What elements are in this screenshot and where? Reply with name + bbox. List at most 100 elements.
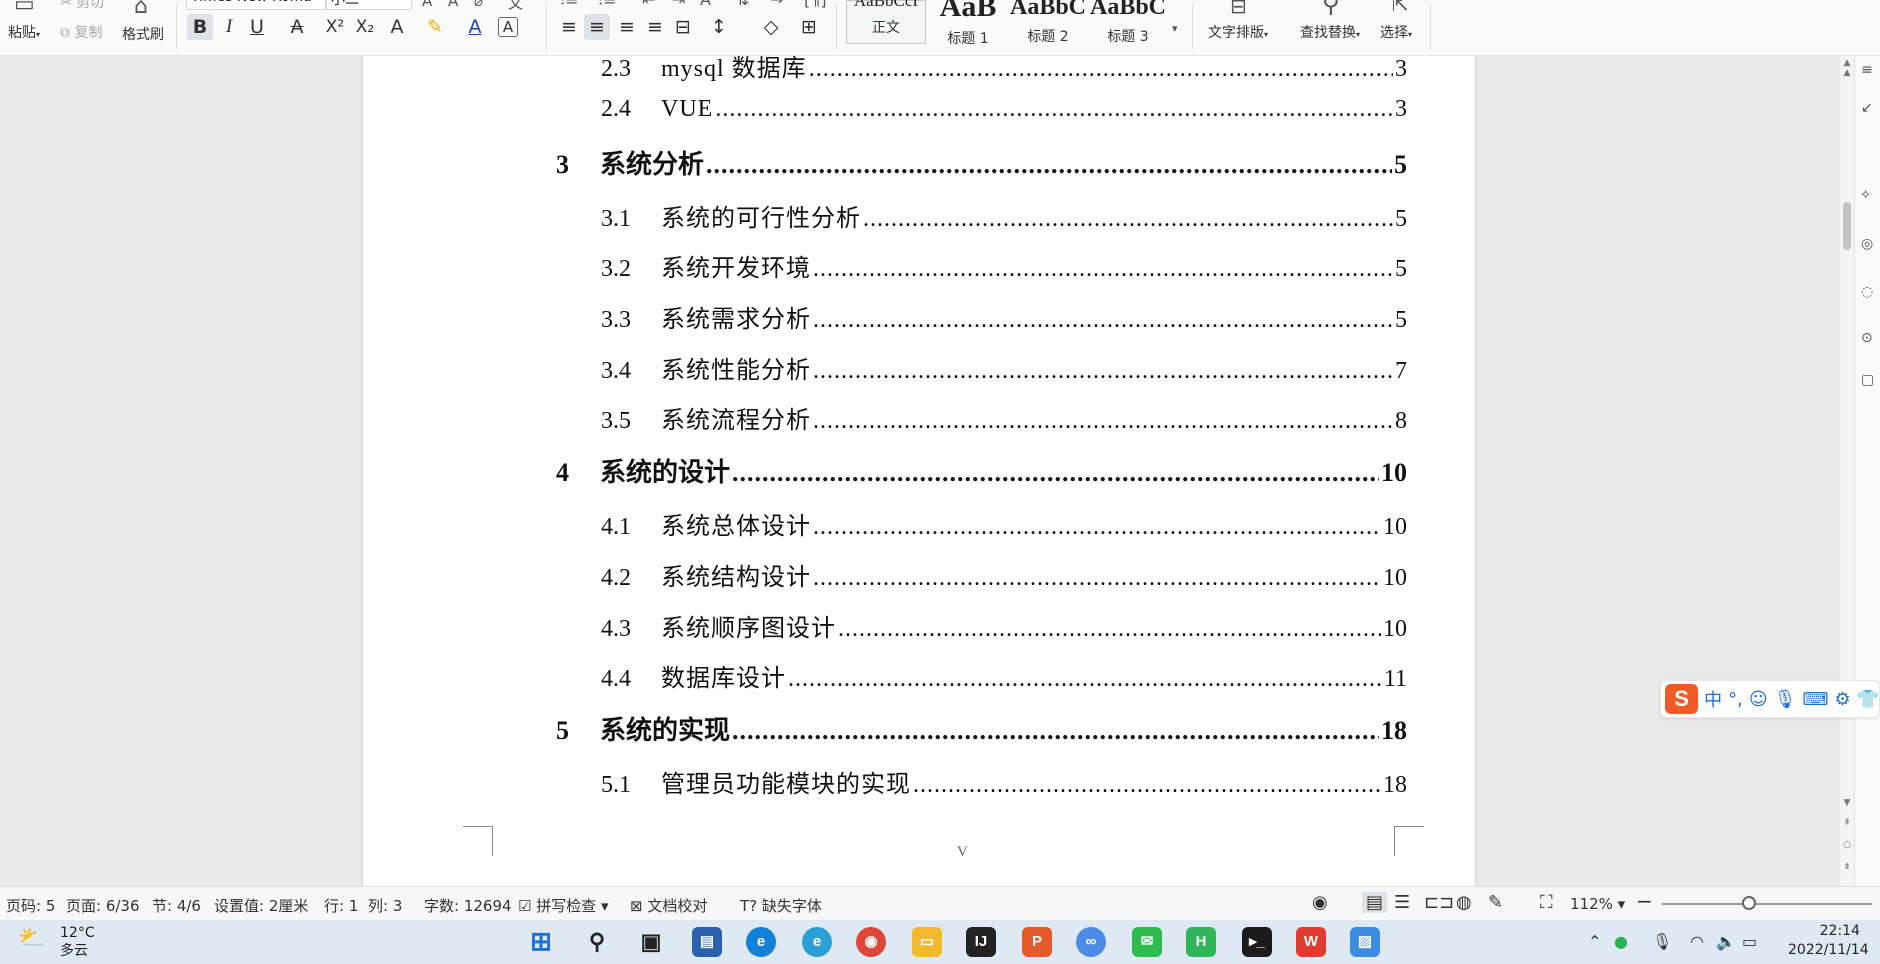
panel-icon[interactable]: ◎ bbox=[1861, 236, 1873, 252]
status-col[interactable]: 列: 3 bbox=[368, 895, 402, 916]
bullets-icon[interactable]: ⁝≡ bbox=[560, 0, 579, 9]
phonetic-icon[interactable]: 文 bbox=[508, 0, 523, 13]
start-icon[interactable]: ⊞ bbox=[526, 927, 556, 957]
eye-protection-icon[interactable]: ◉ bbox=[1312, 892, 1328, 913]
tray-expand-icon[interactable]: ⌃ bbox=[1588, 932, 1601, 951]
wps-icon[interactable]: W bbox=[1296, 927, 1326, 957]
shading-button[interactable]: ◇ bbox=[758, 14, 784, 40]
wechat-icon[interactable]: ✉ bbox=[1132, 927, 1162, 957]
subscript-button[interactable]: X₂ bbox=[352, 14, 378, 40]
format-painter-button[interactable]: 格式刷 bbox=[122, 24, 164, 44]
microphone-icon[interactable]: 🎙 bbox=[1652, 932, 1672, 951]
status-setting[interactable]: 设置值: 2厘米 bbox=[214, 895, 308, 916]
terminal-icon[interactable]: ▸_ bbox=[1242, 927, 1272, 957]
select-button[interactable]: 选择▾ bbox=[1380, 22, 1412, 42]
read-view-icon[interactable]: ⊏⊐ bbox=[1424, 892, 1454, 913]
numbering-icon[interactable]: ⁝≡ bbox=[598, 0, 617, 9]
battery-icon[interactable]: ▭ bbox=[1742, 932, 1757, 951]
chinese-layout-icon[interactable]: A bbox=[700, 0, 711, 9]
style-heading-3[interactable]: AaBbC 标题 3 bbox=[1088, 0, 1168, 45]
italic-button[interactable]: I bbox=[216, 14, 242, 40]
toc-entry[interactable]: 4.1 系统总体设计 10 bbox=[601, 506, 1407, 541]
task-view-icon[interactable]: ▣ bbox=[636, 927, 666, 957]
search-icon[interactable]: ⚲ bbox=[582, 927, 612, 957]
zoom-slider-thumb[interactable] bbox=[1742, 896, 1756, 910]
panel-icon[interactable]: ⊙ bbox=[1861, 330, 1873, 346]
collapse-icon[interactable]: ≡ bbox=[1861, 62, 1873, 78]
tray-app-icon[interactable]: ● bbox=[1614, 932, 1628, 951]
web-view-icon[interactable]: ◍ bbox=[1456, 892, 1472, 913]
document-page[interactable]: 2.3mysql 数据库32.4VUE33系统分析53.1系统的可行性分析53.… bbox=[363, 56, 1475, 886]
spell-check-button[interactable]: ☑ 拼写检查 ▾ bbox=[518, 895, 609, 916]
toc-entry[interactable]: 4.4 数据库设计 11 bbox=[601, 658, 1407, 693]
shrink-font-icon[interactable]: A bbox=[448, 0, 458, 10]
status-page[interactable]: 页面: 6/36 bbox=[66, 895, 140, 916]
style-normal[interactable]: AaBbCcI 正文 bbox=[846, 0, 926, 44]
indent-icon[interactable]: ⇤ bbox=[642, 0, 655, 9]
sogou-logo-icon[interactable]: S bbox=[1665, 684, 1699, 714]
styles-more-icon[interactable]: ▾ bbox=[1172, 22, 1178, 35]
outline-view-icon[interactable]: ☰ bbox=[1394, 892, 1410, 913]
skin-icon[interactable]: 👕 bbox=[1857, 689, 1879, 710]
wifi-icon[interactable]: ◠ bbox=[1690, 932, 1704, 951]
style-heading-2[interactable]: AaBbC 标题 2 bbox=[1008, 0, 1088, 45]
missing-font-button[interactable]: T? 缺失字体 bbox=[740, 895, 822, 916]
volume-icon[interactable]: 🔈 bbox=[1716, 932, 1736, 951]
file-explorer-icon[interactable]: ▭ bbox=[912, 927, 942, 957]
align-left-button[interactable]: ≡ bbox=[556, 14, 582, 40]
powerpoint-icon[interactable]: P bbox=[1022, 927, 1052, 957]
scroll-down-icon[interactable]: ▼ bbox=[1840, 798, 1854, 808]
ime-mode-toggle[interactable]: 中 bbox=[1704, 686, 1722, 712]
clear-format-icon[interactable]: ⌀ bbox=[474, 0, 483, 10]
font-name-select[interactable]: Times New Roma bbox=[186, 0, 326, 10]
toc-entry[interactable]: 3.3 系统需求分析 5 bbox=[601, 299, 1407, 334]
toc-entry[interactable]: 3.2 系统开发环境 5 bbox=[601, 248, 1407, 283]
computer-icon[interactable]: ▤ bbox=[692, 927, 722, 957]
scroll-up-icon[interactable]: ▲ bbox=[1840, 68, 1854, 78]
highlight-icon[interactable]: ✎ bbox=[422, 14, 448, 40]
status-section[interactable]: 节: 4/6 bbox=[152, 895, 201, 916]
scroll-up-icon[interactable]: ▲ bbox=[1840, 58, 1854, 68]
status-row[interactable]: 行: 1 bbox=[324, 895, 358, 916]
doc-proof-button[interactable]: ⊠ 文档校对 bbox=[630, 895, 707, 916]
distributed-button[interactable]: ⊟ bbox=[670, 14, 696, 40]
system-clock[interactable]: 22:14 2022/11/14 bbox=[1788, 922, 1869, 960]
bold-button[interactable]: B bbox=[187, 14, 213, 40]
text-layout-button[interactable]: 文字排版▾ bbox=[1208, 22, 1268, 42]
status-word-count[interactable]: 字数: 12694 bbox=[424, 895, 512, 916]
panel-icon[interactable]: ⟡ bbox=[1861, 186, 1870, 202]
keyboard-icon[interactable]: ⌨ bbox=[1802, 689, 1828, 710]
page-view-icon[interactable]: ▤ bbox=[1362, 892, 1388, 913]
toc-entry[interactable]: 4.2 系统结构设计 10 bbox=[601, 557, 1407, 592]
zoom-out-icon[interactable]: − bbox=[1636, 889, 1653, 913]
vertical-scrollbar[interactable]: ▲ ▲ ▼ ⇞ ○ ⇟ bbox=[1840, 56, 1854, 886]
panel-icon[interactable]: ↙ bbox=[1861, 100, 1873, 116]
ime-toolbar[interactable]: S 中 °, ☺ 🎙 ⌨ ⚙ 👕 bbox=[1660, 680, 1880, 718]
toc-entry[interactable]: 2.4 VUE 3 bbox=[601, 96, 1407, 123]
align-center-button[interactable]: ≡ bbox=[584, 14, 610, 40]
panel-icon[interactable]: ▢ bbox=[1861, 372, 1874, 388]
justify-button[interactable]: ≡ bbox=[642, 14, 668, 40]
panel-icon[interactable]: ◌ bbox=[1861, 284, 1873, 300]
emoji-icon[interactable]: ☺ bbox=[1749, 689, 1768, 710]
chrome-icon[interactable]: ◉ bbox=[856, 927, 886, 957]
toc-entry[interactable]: 3.5 系统流程分析 8 bbox=[601, 400, 1407, 435]
strikethrough-button[interactable]: A bbox=[284, 14, 310, 40]
superscript-button[interactable]: X² bbox=[322, 14, 348, 40]
toc-entry[interactable]: 3 系统分析 5 bbox=[556, 144, 1407, 181]
ie-icon[interactable]: e bbox=[802, 927, 832, 957]
show-marks-icon[interactable]: → bbox=[770, 0, 783, 9]
paste-button[interactable]: 粘贴▾ bbox=[8, 22, 40, 42]
intellij-icon[interactable]: IJ bbox=[966, 927, 996, 957]
char-border-button[interactable]: A bbox=[498, 17, 518, 37]
sort-icon[interactable]: ⇅ bbox=[736, 0, 749, 9]
document-area[interactable]: 2.3mysql 数据库32.4VUE33系统分析53.1系统的可行性分析53.… bbox=[0, 56, 1840, 886]
toc-entry[interactable]: 2.3 mysql 数据库 3 bbox=[601, 56, 1407, 83]
copy-button[interactable]: ⧉ 复制 bbox=[60, 22, 102, 42]
font-size-select[interactable]: 小二 bbox=[326, 0, 412, 10]
microphone-icon[interactable]: 🎙 bbox=[1774, 689, 1797, 710]
edge-icon[interactable]: e bbox=[746, 927, 776, 957]
toc-entry[interactable]: 3.4 系统性能分析 7 bbox=[601, 350, 1407, 385]
zoom-level-select[interactable]: 112% ▾ bbox=[1570, 895, 1625, 913]
punctuation-icon[interactable]: °, bbox=[1728, 689, 1743, 710]
